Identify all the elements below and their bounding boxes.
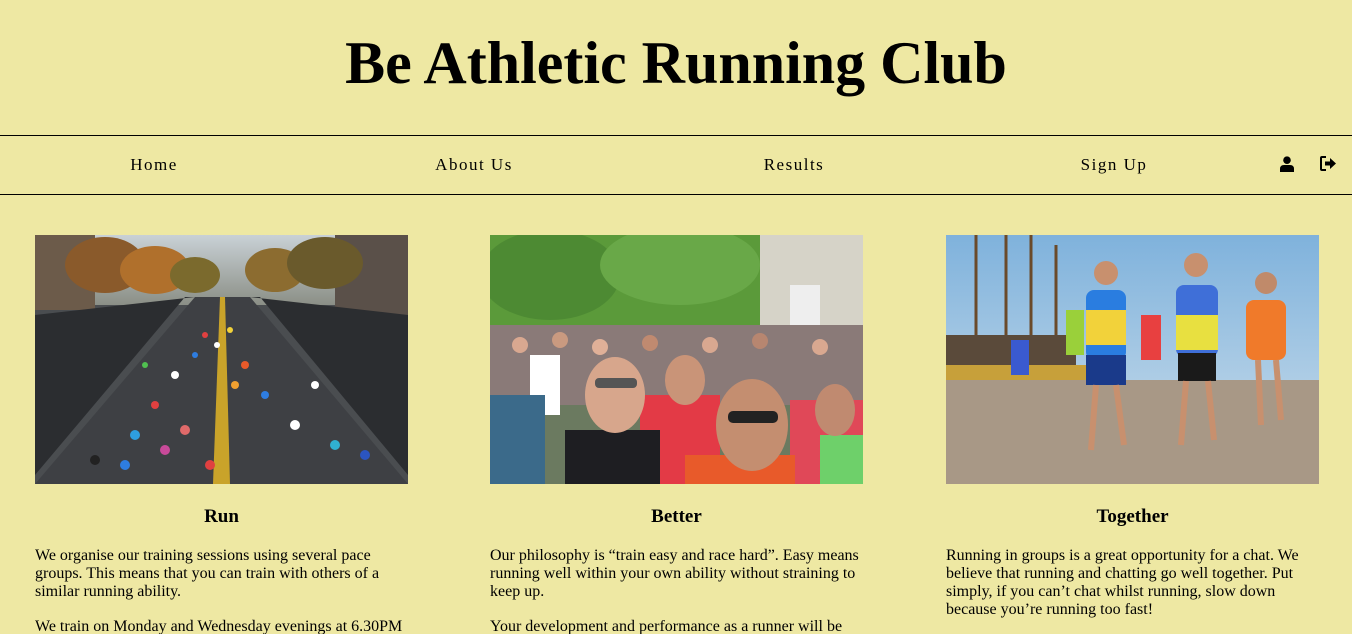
feature-paragraph: Our philosophy is “train easy and race h… bbox=[490, 547, 859, 600]
nav-home[interactable]: Home bbox=[74, 136, 234, 194]
main-nav: Home About Us Results Sign Up bbox=[0, 136, 1352, 195]
feature-paragraph: We organise our training sessions using … bbox=[35, 547, 380, 600]
nav-about-us[interactable]: About Us bbox=[394, 136, 554, 194]
feature-paragraph: We train on Monday and Wednesday evening… bbox=[35, 618, 403, 634]
feature-paragraph: Your development and performance as a ru… bbox=[490, 618, 843, 634]
site-title: Be Athletic Running Club bbox=[345, 30, 1007, 96]
nav-results[interactable]: Results bbox=[714, 136, 874, 194]
feature-run: Run We organise our training sessions us… bbox=[35, 235, 408, 634]
nav-sign-up[interactable]: Sign Up bbox=[1034, 136, 1194, 194]
feature-heading: Together bbox=[1096, 506, 1169, 527]
feature-heading: Run bbox=[204, 506, 239, 527]
feature-paragraph: Running in groups is a great opportunity… bbox=[946, 547, 1299, 618]
harbour-runners-image bbox=[946, 235, 1319, 484]
feature-better: Better Our philosophy is “train easy and… bbox=[490, 235, 863, 634]
site-header: Be Athletic Running Club bbox=[0, 0, 1352, 136]
runners-city-tunnel-image bbox=[35, 235, 408, 484]
feature-heading: Better bbox=[651, 506, 702, 527]
feature-together: Together Running in groups is a great op… bbox=[946, 235, 1319, 619]
sign-out-icon[interactable] bbox=[1320, 156, 1336, 172]
marathon-crowd-image bbox=[490, 235, 863, 484]
user-icon[interactable] bbox=[1280, 156, 1296, 172]
